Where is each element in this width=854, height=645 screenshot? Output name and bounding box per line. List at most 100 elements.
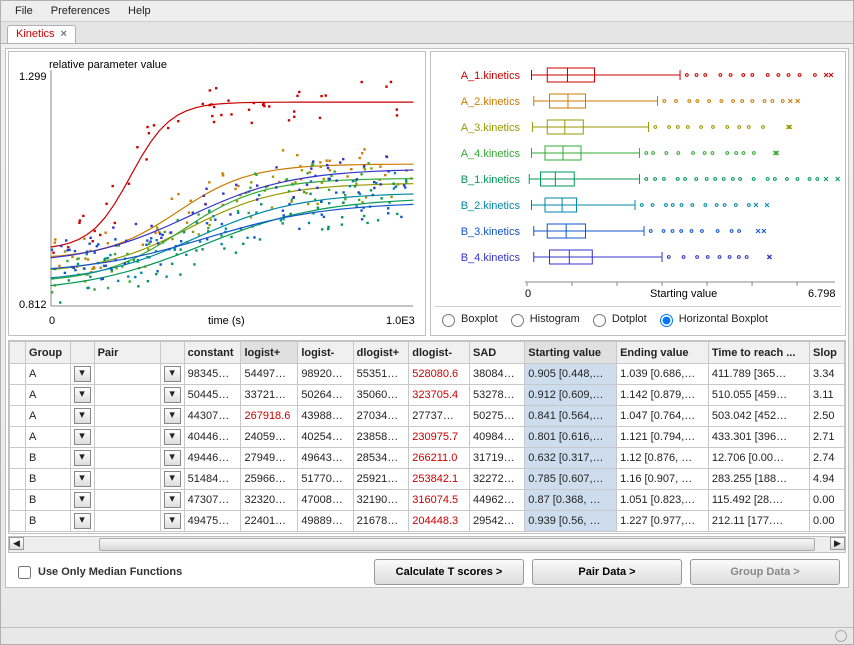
pair-dropdown[interactable]: ▾ [160,490,184,511]
row-check[interactable] [10,469,26,490]
group-dropdown[interactable]: ▾ [70,385,94,406]
radio-boxplot[interactable]: Boxplot [437,311,498,327]
scroll-right-icon[interactable]: ▶ [830,537,845,550]
dropdown-icon[interactable]: ▾ [74,513,91,529]
scroll-thumb[interactable] [99,538,815,551]
col-header[interactable]: Pair [94,342,160,364]
table-row[interactable]: B▾▾51484…25966…51770…25921…253842.132272… [10,469,845,490]
cell: 55351… [353,364,409,385]
dropdown-icon[interactable]: ▾ [74,492,91,508]
col-header[interactable]: SAD [469,342,524,364]
col-header[interactable]: Slop [810,342,845,364]
dropdown-icon[interactable]: ▾ [164,471,181,487]
radio-dotplot[interactable]: Dotplot [588,311,647,327]
pair-dropdown[interactable]: ▾ [160,511,184,532]
scroll-left-icon[interactable]: ◀ [9,537,24,550]
group-dropdown[interactable]: ▾ [70,364,94,385]
dropdown-icon[interactable]: ▾ [74,366,91,382]
menu-file[interactable]: File [7,3,41,19]
pair-data-button[interactable]: Pair Data > [532,559,682,585]
cell-pair [94,385,160,406]
group-dropdown[interactable]: ▾ [70,511,94,532]
pair-dropdown[interactable]: ▾ [160,406,184,427]
table-row[interactable]: A▾▾40446…24059…40254…23858…230975.740984… [10,427,845,448]
dropdown-icon[interactable]: ▾ [164,366,181,382]
group-dropdown[interactable]: ▾ [70,469,94,490]
row-check[interactable] [10,490,26,511]
median-only-input[interactable] [18,566,31,579]
pair-dropdown[interactable]: ▾ [160,469,184,490]
dropdown-icon[interactable]: ▾ [74,408,91,424]
pair-dropdown[interactable]: ▾ [160,448,184,469]
pair-dropdown[interactable]: ▾ [160,427,184,448]
boxplot-xmax: 6.798 [808,288,836,300]
group-dropdown[interactable]: ▾ [70,406,94,427]
dropdown-icon[interactable]: ▾ [74,387,91,403]
table-row[interactable]: B▾▾49475…22401…49889…21678…204448.329542… [10,511,845,532]
row-check[interactable] [10,364,26,385]
dropdown-icon[interactable]: ▾ [74,429,91,445]
row-check[interactable] [10,406,26,427]
col-header[interactable] [70,342,94,364]
col-header[interactable]: logist+ [241,342,298,364]
table-row[interactable]: B▾▾49446…27949…49643…28534…266211.031719… [10,448,845,469]
table-row[interactable]: A▾▾50445…33721…50264…35060…323705.453278… [10,385,845,406]
dropdown-icon[interactable]: ▾ [164,513,181,529]
col-header[interactable]: dlogist- [409,342,470,364]
cell: 35060… [353,385,409,406]
median-only-checkbox[interactable]: Use Only Median Functions [14,563,366,582]
row-check[interactable] [10,511,26,532]
dropdown-icon[interactable]: ▾ [164,450,181,466]
cell: 503.042 [452… [708,406,809,427]
group-dropdown[interactable]: ▾ [70,448,94,469]
col-header[interactable]: Ending value [617,342,709,364]
col-header[interactable]: Group [26,342,71,364]
menu-help[interactable]: Help [120,3,159,19]
col-header[interactable]: Starting value [525,342,617,364]
col-header[interactable]: logist- [298,342,353,364]
group-dropdown[interactable]: ▾ [70,427,94,448]
cell-group: A [26,406,71,427]
horizontal-scrollbar[interactable]: ◀ ▶ [8,536,846,553]
calculate-t-scores-button[interactable]: Calculate T scores > [374,559,524,585]
group-data-button[interactable]: Group Data > [690,559,840,585]
cell: 3.11 [810,385,845,406]
scatter-xmin: 0 [49,315,55,327]
row-check[interactable] [10,448,26,469]
cell: 0.905 [0.448,… [525,364,617,385]
radio-histogram[interactable]: Histogram [506,311,580,327]
radio-histogram-label: Histogram [530,313,580,325]
cell: 12.706 [0.00… [708,448,809,469]
dropdown-icon[interactable]: ▾ [164,429,181,445]
dropdown-icon[interactable]: ▾ [74,471,91,487]
row-check[interactable] [10,385,26,406]
radio-horizontal-boxplot[interactable]: Horizontal Boxplot [655,311,768,327]
dropdown-icon[interactable]: ▾ [74,450,91,466]
cell: 2.74 [810,448,845,469]
col-header[interactable]: constant [184,342,241,364]
table-row[interactable]: A▾▾44307…267918.643988…27034…27737…50275… [10,406,845,427]
tab-close-icon[interactable]: × [61,28,67,40]
menu-preferences[interactable]: Preferences [43,3,118,19]
svg-text:A_2.kinetics: A_2.kinetics [461,96,521,108]
dropdown-icon[interactable]: ▾ [164,492,181,508]
cell: 98920… [298,364,353,385]
cell: 2.50 [810,406,845,427]
dropdown-icon[interactable]: ▾ [164,408,181,424]
pair-dropdown[interactable]: ▾ [160,385,184,406]
tab-kinetics[interactable]: Kinetics × [7,25,76,43]
col-header[interactable] [160,342,184,364]
col-header[interactable]: Time to reach ... [708,342,809,364]
col-header[interactable] [10,342,26,364]
col-header[interactable]: dlogist+ [353,342,409,364]
row-check[interactable] [10,427,26,448]
table-row[interactable]: A▾▾98345…54497…98920…55351…528080.638084… [10,364,845,385]
scatter-svg: relative parameter value 1.299 0.812 0 t… [13,56,419,329]
pair-dropdown[interactable]: ▾ [160,364,184,385]
scatter-ylabel: relative parameter value [49,59,167,71]
cell: 528080.6 [409,364,470,385]
dropdown-icon[interactable]: ▾ [164,387,181,403]
cell: 2.71 [810,427,845,448]
table-row[interactable]: B▾▾47307…32320…47008…32190…316074.544962… [10,490,845,511]
group-dropdown[interactable]: ▾ [70,490,94,511]
